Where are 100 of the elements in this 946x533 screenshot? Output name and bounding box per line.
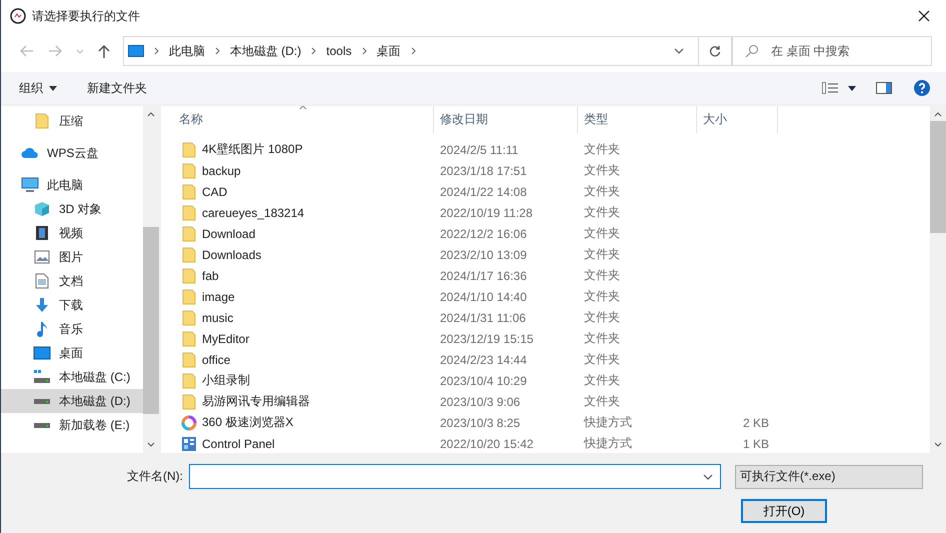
file-row[interactable]: office 2024/2/23 14:44 文件夹 <box>161 349 930 370</box>
nav-item[interactable]: 3D 对象 <box>1 197 143 221</box>
chevron-icon[interactable] <box>311 47 316 55</box>
folder-icon <box>182 288 196 304</box>
up-icon[interactable] <box>98 44 110 58</box>
breadcrumb[interactable]: 桌面 <box>376 42 401 60</box>
date-cell-text: 2024/1/31 11:06 <box>439 310 527 324</box>
scroll-up-icon[interactable] <box>934 112 942 117</box>
nav-item[interactable]: 音乐 <box>1 317 143 341</box>
search-icon[interactable] <box>745 44 760 58</box>
scrollbar[interactable] <box>930 106 946 453</box>
file-row[interactable]: CAD 2024/1/22 14:08 文件夹 <box>161 181 930 202</box>
file-row[interactable]: careueyes_183214 2022/10/19 11:28 文件夹 <box>161 202 930 223</box>
type-cell-text: 文件夹 <box>583 372 621 389</box>
film-icon <box>35 225 49 241</box>
scroll-up-icon[interactable] <box>147 112 155 117</box>
file-row[interactable]: 小组录制 2023/10/4 10:29 文件夹 <box>161 370 930 391</box>
nav-item[interactable]: 视频 <box>1 221 143 245</box>
nav-item[interactable]: 本地磁盘 (D:) <box>1 389 143 413</box>
file-name: 易游网讯专用编辑器 <box>202 393 310 410</box>
type-cell-text: 快捷方式 <box>582 414 633 431</box>
column-header[interactable]: 名称 <box>161 106 434 133</box>
breadcrumb[interactable]: 本地磁盘 (D:) <box>230 42 302 60</box>
address-bar[interactable]: 此电脑 本地磁盘 (D:) tools 桌面 <box>122 36 732 66</box>
help-icon[interactable] <box>914 80 930 96</box>
nav-item[interactable]: 此电脑 <box>1 173 143 197</box>
preview-pane-icon[interactable] <box>876 82 892 94</box>
folder-icon <box>182 162 196 178</box>
size-cell-text: 1 KB <box>742 436 769 450</box>
type-cell-text: 文件夹 <box>583 204 621 221</box>
type-cell-text: 文件夹 <box>583 141 621 158</box>
folder-icon <box>182 246 196 262</box>
column-header[interactable]: 大小 <box>697 106 778 133</box>
nav-item[interactable]: 文档 <box>1 269 143 293</box>
file-row[interactable]: fab 2024/1/17 16:36 文件夹 <box>161 265 930 286</box>
file-name: office <box>202 352 230 366</box>
type-cell-text: 文件夹 <box>583 351 621 368</box>
open-button[interactable]: 打开(O) <box>741 499 827 523</box>
scroll-down-icon[interactable] <box>934 442 942 447</box>
dropdown-icon[interactable] <box>703 474 713 480</box>
new-folder-button[interactable]: 新建文件夹 <box>87 80 147 96</box>
music-note-icon <box>36 321 48 337</box>
date-cell-text: 2024/2/5 11:11 <box>439 142 520 156</box>
chevron-icon[interactable] <box>154 47 159 55</box>
column-header[interactable]: 修改日期 <box>434 106 578 133</box>
folder-icon <box>182 184 196 200</box>
file-row[interactable]: 易游网讯专用编辑器 2023/10/3 9:06 文件夹 <box>161 391 930 412</box>
date-cell-text: 2024/2/23 14:44 <box>439 352 528 366</box>
file-name: CAD <box>202 184 228 198</box>
file-row[interactable]: MyEditor 2023/12/19 15:15 文件夹 <box>161 328 930 349</box>
nav-item[interactable]: 桌面 <box>1 341 143 365</box>
file-name: Downloads <box>202 248 262 262</box>
file-row[interactable]: Download 2022/12/2 16:06 文件夹 <box>161 223 930 244</box>
caret-icon[interactable] <box>49 86 57 90</box>
chevron-icon[interactable] <box>214 47 220 55</box>
file-row[interactable]: 4K壁纸图片 1080P 2024/2/5 11:11 文件夹 <box>161 139 930 160</box>
search-field[interactable]: 在 桌面 中搜索 <box>732 36 932 66</box>
type-cell-text: 快捷方式 <box>582 435 633 452</box>
file-row[interactable]: Downloads 2023/2/10 13:09 文件夹 <box>161 244 930 265</box>
nav-item[interactable]: WPS云盘 <box>1 141 143 165</box>
file-row[interactable]: image 2024/1/10 14:40 文件夹 <box>161 286 930 307</box>
file-row[interactable]: 360 极速浏览器X 2023/10/3 8:25 快捷方式 2 KB <box>161 412 930 433</box>
date-cell-text: 2023/10/3 9:06 <box>439 394 522 408</box>
file-row[interactable]: music 2024/1/31 11:06 文件夹 <box>161 307 930 328</box>
refresh-icon[interactable] <box>709 45 722 57</box>
filename-field[interactable] <box>189 464 721 489</box>
organize-menu[interactable]: 组织 <box>19 80 57 96</box>
nav-item[interactable]: 本地磁盘 (C:) <box>1 365 143 389</box>
folder-icon <box>182 394 196 410</box>
file-type-dropdown[interactable]: 可执行文件(*.exe) <box>735 464 923 488</box>
folder-icon <box>182 142 196 158</box>
date-cell-text: 2023/10/3 8:25 <box>439 416 522 430</box>
file-name: music <box>202 310 234 324</box>
type-cell-text: 文件夹 <box>583 309 621 326</box>
column-header[interactable]: 类型 <box>578 106 697 133</box>
breadcrumb[interactable]: tools <box>326 44 352 58</box>
date-cell-text: 2022/10/19 11:28 <box>439 206 534 220</box>
chevron-icon[interactable] <box>362 47 367 55</box>
nav-item[interactable]: 新加载卷 (E:) <box>1 413 143 437</box>
file-name: 360 极速浏览器X <box>202 414 294 431</box>
dropdown-icon[interactable] <box>674 48 684 54</box>
close-icon[interactable] <box>918 10 930 22</box>
drive-icon <box>33 369 51 385</box>
view-options-icon[interactable] <box>822 82 838 94</box>
file-name: image <box>202 290 235 304</box>
caret-icon[interactable] <box>848 86 856 90</box>
folder-icon <box>182 226 196 242</box>
nav-item[interactable]: 下载 <box>1 293 143 317</box>
nav-item[interactable]: 图片 <box>1 245 143 269</box>
chevron-icon[interactable] <box>410 47 416 55</box>
file-name: Control Panel <box>202 436 275 450</box>
nav-item[interactable]: 压缩 <box>1 109 143 133</box>
file-row[interactable]: backup 2023/1/18 17:51 文件夹 <box>161 160 930 181</box>
file-row[interactable]: Control Panel 2022/10/20 15:42 快捷方式 1 KB <box>161 433 930 453</box>
breadcrumb[interactable]: 此电脑 <box>168 42 205 60</box>
date-cell-text: 2023/2/10 13:09 <box>439 248 528 262</box>
scrollbar[interactable] <box>143 106 159 453</box>
type-cell-text: 文件夹 <box>583 183 621 200</box>
filename-label: 文件名(N): <box>126 468 184 485</box>
scroll-down-icon[interactable] <box>147 442 155 447</box>
